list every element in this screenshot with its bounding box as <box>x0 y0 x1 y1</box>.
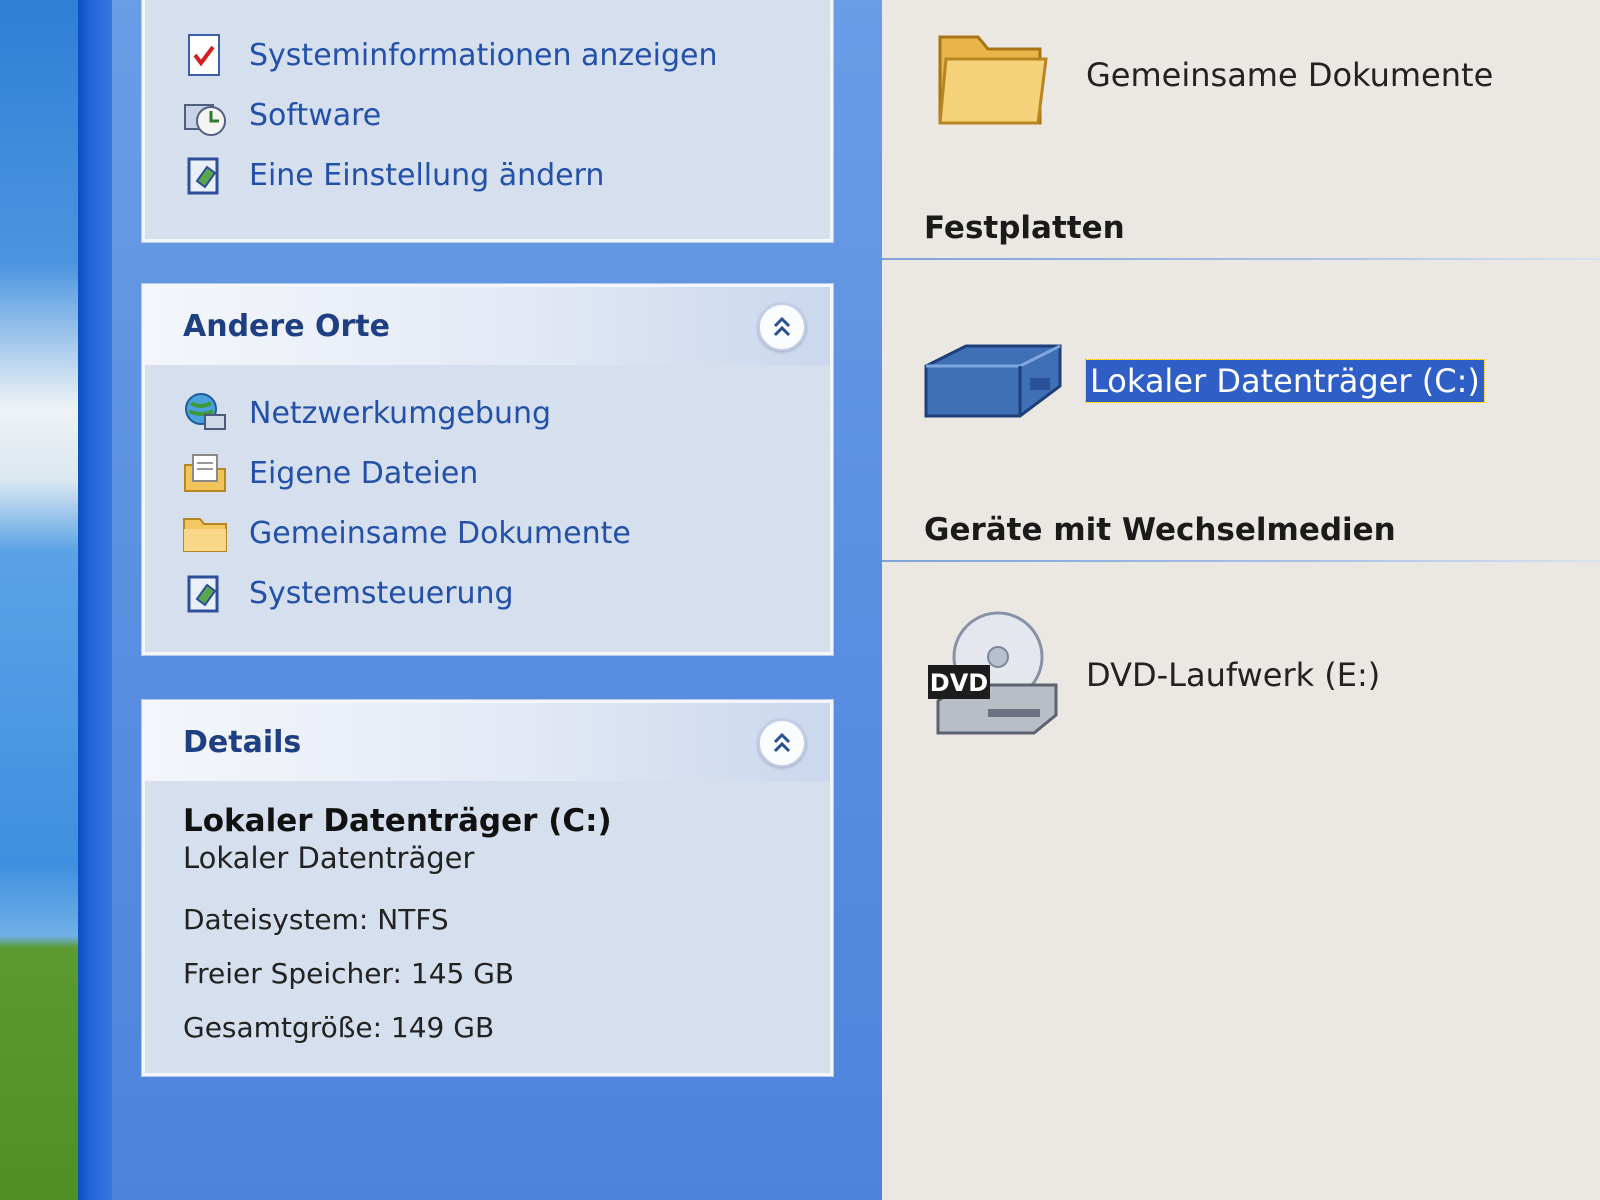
collapse-other-places-button[interactable] <box>758 303 806 351</box>
task-pane: Systeminformationen anzeigen Software Ei… <box>112 0 882 1200</box>
drive-c-label: Lokaler Datenträger (C:) <box>1085 359 1485 403</box>
other-places-panel: Andere Orte Netzwerkumgebung Eigene Date… <box>142 284 833 655</box>
place-network-label: Netzwerkumgebung <box>249 395 552 431</box>
task-system-info[interactable]: Systeminformationen anzeigen <box>145 25 830 85</box>
place-network[interactable]: Netzwerkumgebung <box>145 383 830 443</box>
content-area: Gemeinsame Dokumente Festplatten Lokaler… <box>882 0 1600 1200</box>
place-my-documents[interactable]: Eigene Dateien <box>145 443 830 503</box>
details-header[interactable]: Details <box>145 703 830 781</box>
place-shared-documents[interactable]: Gemeinsame Dokumente <box>145 503 830 563</box>
system-info-icon <box>181 31 229 79</box>
folder-icon <box>918 10 1068 140</box>
task-change-setting-label: Eine Einstellung ändern <box>249 157 605 193</box>
folder-icon <box>181 509 229 557</box>
place-control-panel[interactable]: Systemsteuerung <box>145 563 830 623</box>
drive-c-item[interactable]: Lokaler Datenträger (C:) <box>918 316 1485 446</box>
software-icon <box>181 91 229 139</box>
details-item-name: Lokaler Datenträger (C:) <box>183 803 612 839</box>
dvd-drive-icon: DVD <box>918 610 1068 740</box>
details-item-type: Lokaler Datenträger <box>183 841 475 875</box>
chevron-up-icon <box>773 316 791 337</box>
control-panel-icon <box>181 569 229 617</box>
network-icon <box>181 389 229 437</box>
shared-documents-label: Gemeinsame Dokumente <box>1086 56 1494 94</box>
task-software-label: Software <box>249 97 382 133</box>
other-places-header[interactable]: Andere Orte <box>145 287 830 365</box>
drives-divider <box>882 258 1600 260</box>
place-control-panel-label: Systemsteuerung <box>249 575 514 611</box>
dvd-badge-text: DVD <box>930 669 988 697</box>
dvd-drive-item[interactable]: DVD DVD-Laufwerk (E:) <box>918 610 1380 740</box>
place-shared-documents-label: Gemeinsame Dokumente <box>249 515 631 551</box>
details-panel: Details Lokaler Datenträger (C:) Lokaler… <box>142 700 833 1076</box>
removable-heading: Geräte mit Wechselmedien <box>924 512 1396 548</box>
collapse-details-button[interactable] <box>758 719 806 767</box>
window-frame-left <box>78 0 114 1200</box>
control-panel-icon <box>181 151 229 199</box>
task-system-info-label: Systeminformationen anzeigen <box>249 37 718 73</box>
details-filesystem: Dateisystem: NTFS <box>183 903 449 936</box>
details-free-space: Freier Speicher: 145 GB <box>183 957 515 990</box>
system-tasks-panel: Systeminformationen anzeigen Software Ei… <box>142 0 833 242</box>
shared-documents-item[interactable]: Gemeinsame Dokumente <box>918 10 1493 140</box>
removable-divider <box>882 560 1600 562</box>
details-total-size: Gesamtgröße: 149 GB <box>183 1011 495 1044</box>
details-title: Details <box>183 725 302 760</box>
drives-heading: Festplatten <box>924 210 1125 246</box>
my-documents-icon <box>181 449 229 497</box>
details-body: Lokaler Datenträger (C:) Lokaler Datentr… <box>145 781 830 1055</box>
task-change-setting[interactable]: Eine Einstellung ändern <box>145 145 830 205</box>
place-my-documents-label: Eigene Dateien <box>249 455 479 491</box>
task-software[interactable]: Software <box>145 85 830 145</box>
chevron-up-icon <box>773 732 791 753</box>
other-places-title: Andere Orte <box>183 309 390 344</box>
hard-drive-icon <box>918 316 1068 446</box>
dvd-drive-label: DVD-Laufwerk (E:) <box>1086 656 1381 694</box>
